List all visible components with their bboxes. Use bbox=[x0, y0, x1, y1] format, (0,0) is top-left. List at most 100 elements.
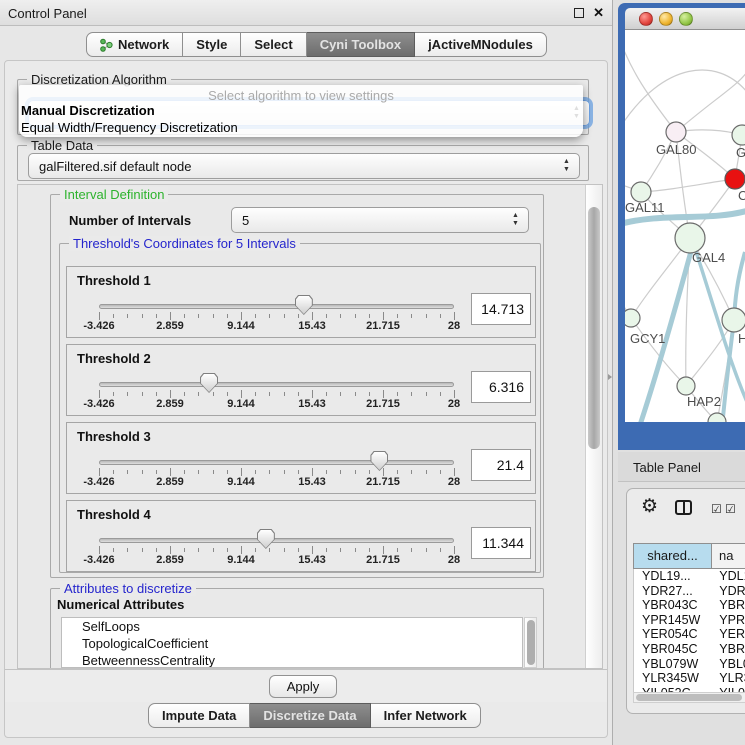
table-row[interactable]: YBR043CYBR0 bbox=[634, 598, 745, 613]
node-hap2[interactable] bbox=[677, 377, 695, 395]
num-intervals-combobox[interactable]: 5 ▲▼ bbox=[231, 207, 529, 233]
tab-infer-network[interactable]: Infer Network bbox=[371, 703, 481, 728]
close-window-icon[interactable] bbox=[639, 12, 653, 26]
network-window-titlebar[interactable] bbox=[625, 8, 745, 30]
checkbox-icon[interactable]: ☑ bbox=[725, 502, 736, 516]
network-canvas[interactable]: GAL80 GA C GAL11 GAL4 GCY1 H HAP2 bbox=[625, 30, 745, 422]
gear-icon[interactable]: ⚙ bbox=[641, 495, 658, 518]
tick-mark bbox=[184, 392, 185, 396]
splitter-arrow-icon[interactable] bbox=[608, 374, 612, 380]
tab-jactivemnodules[interactable]: jActiveMNodules bbox=[415, 32, 547, 57]
list-item[interactable]: SelfLoops bbox=[62, 618, 522, 635]
table-cell: YER054C bbox=[634, 627, 711, 642]
scale-labels: -3.4262.8599.14415.4321.71528 bbox=[99, 398, 455, 410]
tick-mark bbox=[113, 314, 114, 318]
close-icon[interactable]: ✕ bbox=[593, 5, 604, 21]
zoom-window-icon[interactable] bbox=[679, 12, 693, 26]
column-header-name[interactable]: na bbox=[711, 543, 745, 569]
tick-mark bbox=[213, 470, 214, 474]
dropdown-option-manual[interactable]: Manual Discretization bbox=[21, 103, 155, 118]
tick-mark bbox=[369, 392, 370, 396]
column-header-shared-name[interactable]: shared... bbox=[633, 543, 711, 569]
table-horizontal-scrollbar[interactable] bbox=[633, 692, 745, 703]
algorithm-dropdown-popup: Select algorithm to view settings Manual… bbox=[19, 85, 583, 137]
node-right-mid[interactable] bbox=[722, 308, 745, 332]
node-red-selected[interactable] bbox=[725, 169, 745, 189]
dropdown-option-equal-width[interactable]: Equal Width/Frequency Discretization bbox=[21, 120, 238, 135]
node-gal80[interactable] bbox=[666, 122, 686, 142]
tick-mark bbox=[227, 548, 228, 552]
threshold-value-field[interactable]: 6.316 bbox=[471, 371, 531, 403]
attributes-list-scrollbar[interactable] bbox=[524, 617, 537, 668]
table-row[interactable]: YBR045CYBR0 bbox=[634, 642, 745, 657]
tab-label: Discretize Data bbox=[263, 704, 356, 728]
threshold-1-panel: Threshold 1 -3.4262.8599.14415.4321.7152… bbox=[66, 266, 536, 338]
threshold-label: Threshold 3 bbox=[77, 429, 151, 444]
scrollbar-thumb[interactable] bbox=[588, 207, 600, 449]
scale-label: 28 bbox=[448, 554, 460, 566]
table-row[interactable]: YDR27...YDR2 bbox=[634, 584, 745, 599]
tick-mark bbox=[355, 548, 356, 552]
node-gal4[interactable] bbox=[675, 223, 705, 253]
slider-track[interactable] bbox=[99, 382, 454, 387]
table-row[interactable]: YPR145WYPR1 bbox=[634, 613, 745, 628]
tick-mark bbox=[440, 314, 441, 318]
table-cell: YBR0 bbox=[711, 598, 745, 613]
tab-select[interactable]: Select bbox=[241, 32, 306, 57]
table-panel: ⚙ ☑ ☑ shared... na YDL19...YDL1YDR27...Y… bbox=[626, 488, 745, 714]
tab-style[interactable]: Style bbox=[183, 32, 241, 57]
list-item[interactable]: TopologicalCoefficient bbox=[62, 635, 522, 652]
tick-mark bbox=[298, 548, 299, 552]
tick-mark bbox=[227, 392, 228, 396]
tick-mark bbox=[156, 548, 157, 552]
tab-impute-data[interactable]: Impute Data bbox=[148, 703, 250, 728]
tick-mark bbox=[326, 392, 327, 396]
slider-track[interactable] bbox=[99, 460, 454, 465]
columns-icon[interactable] bbox=[675, 500, 692, 515]
tick-mark bbox=[298, 470, 299, 474]
node-top-right[interactable] bbox=[732, 125, 745, 145]
tick-mark bbox=[170, 390, 171, 398]
checkbox-icon[interactable]: ☑ bbox=[711, 502, 722, 516]
slider-track[interactable] bbox=[99, 304, 454, 309]
tick-mark bbox=[355, 470, 356, 474]
threshold-value-field[interactable]: 21.4 bbox=[471, 449, 531, 481]
tick-mark bbox=[454, 312, 455, 320]
threshold-value-field[interactable]: 14.713 bbox=[471, 293, 531, 325]
tab-cyni-toolbox[interactable]: Cyni Toolbox bbox=[307, 32, 415, 57]
settings-vertical-scrollbar[interactable] bbox=[585, 185, 602, 668]
dropdown-hint: Select algorithm to view settings bbox=[19, 88, 583, 103]
minimize-window-icon[interactable] bbox=[659, 12, 673, 26]
tick-mark bbox=[241, 468, 242, 476]
table-cell: YLR3 bbox=[711, 671, 745, 686]
table-row[interactable]: YBL079WYBL0 bbox=[634, 657, 745, 672]
scrollbar-thumb[interactable] bbox=[527, 620, 535, 665]
node-gal11[interactable] bbox=[631, 182, 651, 202]
node-gcy1[interactable] bbox=[625, 309, 640, 327]
table-row[interactable]: YLR345WYLR3 bbox=[634, 671, 745, 686]
table-data-combobox[interactable]: galFiltered.sif default node ▲▼ bbox=[28, 153, 580, 179]
scale-labels: -3.4262.8599.14415.4321.71528 bbox=[99, 320, 455, 332]
scale-label: 15.43 bbox=[298, 476, 326, 488]
tick-mark bbox=[284, 470, 285, 474]
scrollbar-thumb[interactable] bbox=[636, 694, 742, 701]
tick-mark bbox=[184, 314, 185, 318]
control-panel-window: Control Panel ✕ Network Style Select Cyn… bbox=[0, 0, 613, 745]
tick-mark bbox=[284, 392, 285, 396]
slider-track[interactable] bbox=[99, 538, 454, 543]
apply-button[interactable]: Apply bbox=[269, 675, 337, 698]
tick-mark bbox=[198, 392, 199, 396]
scale-labels: -3.4262.8599.14415.4321.71528 bbox=[99, 554, 455, 566]
node-label: GAL11 bbox=[625, 200, 665, 215]
table-row[interactable]: YER054CYER0 bbox=[634, 627, 745, 642]
list-item[interactable]: BetweennessCentrality bbox=[62, 652, 522, 668]
tick-mark bbox=[170, 468, 171, 476]
tab-network[interactable]: Network bbox=[86, 32, 183, 57]
tab-discretize-data[interactable]: Discretize Data bbox=[250, 703, 370, 728]
tick-mark bbox=[170, 546, 171, 554]
table-row[interactable]: YDL19...YDL1 bbox=[634, 569, 745, 584]
combo-value: 5 bbox=[242, 213, 249, 228]
float-window-icon[interactable] bbox=[574, 8, 584, 18]
tick-mark bbox=[142, 470, 143, 474]
threshold-value-field[interactable]: 11.344 bbox=[471, 527, 531, 559]
